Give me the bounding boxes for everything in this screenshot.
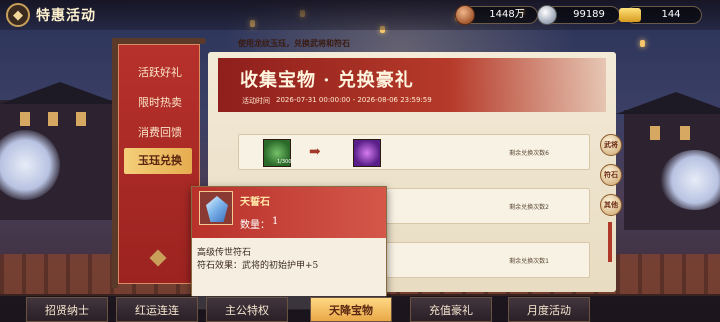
tooltip-item-name: 天誓石 [240, 197, 270, 208]
sidebar-item-jade-exchange[interactable]: 玉珏兑换 [124, 148, 192, 174]
purple-general-icon[interactable] [353, 139, 381, 167]
item-tooltip: 天誓石 数量： 1 高级传世符石 符石效果：武将的初始护甲+5 [191, 186, 387, 310]
pavilion-window [48, 112, 58, 126]
blue-gem-icon [206, 196, 228, 222]
tooltip-desc-line2: 符石效果：武将的初始护甲+5 [197, 261, 319, 271]
filter-generals-button[interactable]: 武将 [600, 134, 622, 156]
pavilion-window [76, 112, 86, 126]
sidebar-item-limited-sale[interactable]: 限时热卖 [124, 90, 194, 116]
remaining-count: 剩余兑换次数1 [509, 258, 549, 265]
silver-value: 99189 [573, 9, 605, 20]
tab-lord-privilege[interactable]: 主公特权 [206, 297, 288, 322]
gold-ingot-icon [619, 8, 641, 22]
tab-monthly-event[interactable]: 月度活动 [508, 297, 590, 322]
left-pavilion-roof [0, 82, 120, 104]
filter-runestones-button[interactable]: 符石 [600, 164, 622, 186]
resource-gold[interactable]: 144 [619, 6, 702, 24]
remaining-count: 剩余兑换次数2 [509, 204, 549, 211]
silver-coin-icon [537, 5, 557, 25]
tooltip-icon-frame [199, 191, 233, 225]
right-pavilion-roof [616, 92, 720, 114]
back-button[interactable]: ◆ [6, 3, 30, 27]
sky-lantern [640, 40, 645, 47]
event-title: 收集宝物 · 兑换豪礼 [240, 70, 414, 91]
arrow-right-icon: ➡ [309, 144, 321, 160]
tassel-decoration [608, 222, 612, 262]
top-bar: ◆ 特惠活动 1448万 99189 144 [0, 0, 720, 30]
copper-coin-icon [455, 5, 475, 25]
resource-silver[interactable]: 99189 [537, 5, 620, 25]
pavilion-window [20, 112, 30, 126]
exchange-row[interactable]: 1/300 ➡ 剩余兑换次数6 [238, 134, 590, 170]
sidebar-item-active-gifts[interactable]: 活跃好礼 [124, 60, 194, 86]
tooltip-qty-value: 1 [272, 216, 279, 227]
tooltip-qty-label: 数量： [240, 220, 270, 231]
page-title: 特惠活动 [36, 8, 96, 24]
event-subtitle: 使用龙纹玉珏，兑换武将和符石 [238, 38, 350, 48]
tab-recruit[interactable]: 招贤纳士 [26, 297, 108, 322]
tooltip-desc-line1: 高级传世符石 [197, 248, 252, 258]
copper-value: 1448万 [489, 9, 525, 20]
tab-recharge-gift[interactable]: 充值豪礼 [410, 297, 492, 322]
back-arrow-icon: ◆ [13, 7, 23, 23]
filter-other-button[interactable]: 其他 [600, 194, 622, 216]
event-date-label: 活动时间 [242, 97, 270, 105]
event-date-range: 2026-07-31 00:00:00 - 2026-08-06 23:59:5… [276, 96, 432, 104]
tab-good-luck[interactable]: 红运连连 [116, 297, 198, 322]
resource-copper[interactable]: 1448万 [455, 5, 538, 25]
gold-value: 144 [661, 9, 681, 20]
tab-treasure[interactable]: 天降宝物 [310, 297, 392, 322]
pavilion-window [680, 126, 690, 140]
sidebar-item-spend-reward[interactable]: 消费回馈 [124, 120, 194, 146]
pavilion-window [650, 126, 660, 140]
cost-quantity: 1/300 [277, 159, 292, 165]
remaining-count: 剩余兑换次数6 [509, 150, 549, 157]
